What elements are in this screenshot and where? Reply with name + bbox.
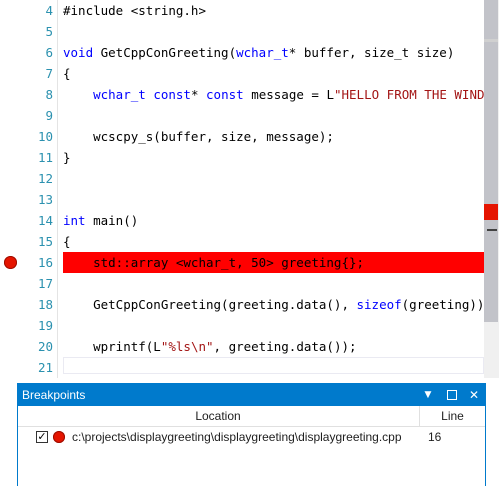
line-number: 19 (37, 318, 53, 333)
breakpoints-titlebar[interactable]: Breakpoints ▼ ✕ (18, 384, 485, 406)
code-text[interactable]: int main() (63, 210, 138, 231)
line-number: 13 (37, 192, 53, 207)
line-number: 5 (45, 24, 53, 39)
line-number: 11 (37, 150, 53, 165)
code-line[interactable]: 7{ (0, 63, 484, 84)
code-token: std::array <wchar_t, 50> greeting{}; (63, 255, 365, 270)
code-line[interactable]: 20 wprintf(L"%ls\n", greeting.data()); (0, 336, 484, 357)
column-header-line[interactable]: Line (420, 406, 485, 426)
code-token: (greeting)); (401, 297, 492, 312)
maximize-icon[interactable] (442, 384, 462, 406)
code-line[interactable]: 19 (0, 315, 484, 336)
code-text[interactable]: std::array <wchar_t, 50> greeting{}; (63, 252, 364, 273)
code-text[interactable]: wcscpy_s(buffer, size, message); (63, 126, 334, 147)
scrollbar-caret-marker (487, 229, 497, 231)
line-number: 16 (37, 255, 53, 270)
code-line[interactable]: 18 GetCppConGreeting(greeting.data(), si… (0, 294, 492, 315)
code-token: * (190, 87, 207, 102)
breakpoints-column-header: Location Line (18, 406, 485, 427)
code-line[interactable]: 15 { (0, 231, 484, 252)
maximize-box-shape (447, 390, 457, 400)
code-keyword: sizeof (356, 297, 402, 312)
code-line[interactable]: 16 std::array <wchar_t, 50> greeting{}; (0, 252, 484, 273)
code-line[interactable]: 13 (0, 189, 484, 210)
code-token: main() (85, 213, 139, 228)
code-token: GetCppConGreeting( (93, 45, 237, 60)
line-number: 9 (45, 108, 53, 123)
line-number: 15 (37, 234, 53, 249)
code-line[interactable]: 11} (0, 147, 484, 168)
code-line[interactable]: 6 void GetCppConGreeting(wchar_t* buffer,… (0, 42, 484, 63)
breakpoints-title: Breakpoints (22, 388, 86, 402)
scrollbar-change-marker (484, 39, 498, 42)
code-token: GetCppConGreeting(greeting.data(), (63, 297, 357, 312)
code-text[interactable]: GetCppConGreeting(greeting.data(), sizeo… (63, 294, 492, 315)
code-token: * buffer, size_t size) (288, 45, 455, 60)
scrollbar-thumb[interactable] (484, 0, 498, 322)
code-line[interactable]: 4 #include <string.h> (0, 0, 484, 21)
code-token: message = L (243, 87, 334, 102)
code-editor[interactable]: 4 #include <string.h> 5 6 void GetCppConGree… (0, 0, 499, 378)
scrollbar-breakpoint-marker (484, 204, 498, 220)
breakpoint-row[interactable]: ✓ c:\projects\displaygreeting\displaygre… (18, 428, 485, 448)
line-number: 12 (37, 171, 53, 186)
code-line[interactable]: 10 wcscpy_s(buffer, size, message); (0, 126, 484, 147)
line-number: 8 (45, 87, 53, 102)
code-keyword: int (63, 213, 86, 228)
code-text[interactable]: { (63, 63, 71, 84)
code-line[interactable]: 8 wchar_t const* const message = L"HELLO… (0, 84, 499, 105)
breakpoint-icon[interactable] (4, 256, 17, 269)
line-number: 20 (37, 339, 53, 354)
code-line[interactable]: 12 (0, 168, 484, 189)
line-number: 6 (45, 45, 53, 60)
code-line[interactable]: 17 (0, 273, 484, 294)
breakpoint-line-number: 16 (428, 430, 442, 444)
column-header-location[interactable]: Location (18, 406, 418, 426)
code-text[interactable]: void GetCppConGreeting(wchar_t* buffer, … (63, 42, 454, 63)
code-line[interactable]: 14 int main() (0, 210, 484, 231)
code-text[interactable]: } (63, 147, 71, 168)
current-line-indicator (63, 357, 484, 374)
code-token: { (63, 234, 71, 249)
code-line[interactable]: 5 (0, 21, 484, 42)
code-token: wprintf(L (63, 339, 161, 354)
code-token: #include <string.h> (63, 3, 206, 18)
line-number: 4 (45, 3, 53, 18)
close-icon[interactable]: ✕ (464, 384, 484, 406)
code-line[interactable]: 9 (0, 105, 484, 126)
code-string: "%ls\n" (160, 339, 214, 354)
code-keyword: void (63, 45, 94, 60)
code-token: , greeting.data()); (213, 339, 357, 354)
code-text[interactable]: wchar_t const* const message = L"HELLO F… (63, 84, 499, 105)
code-text[interactable]: wprintf(L"%ls\n", greeting.data()); (63, 336, 357, 357)
line-number: 21 (37, 360, 53, 375)
line-number: 14 (37, 213, 53, 228)
line-number: 7 (45, 66, 53, 81)
code-token: wcscpy_s(buffer, size, message); (63, 129, 334, 144)
line-number: 10 (37, 129, 53, 144)
line-number: 17 (37, 276, 53, 291)
window-position-dropdown-icon[interactable]: ▼ (418, 384, 438, 406)
code-keyword: const (153, 87, 191, 102)
breakpoints-window: Breakpoints ▼ ✕ Location Line ✓ c:\proje… (17, 383, 486, 486)
breakpoint-enabled-checkbox[interactable]: ✓ (36, 431, 48, 443)
code-text[interactable]: { (63, 231, 71, 252)
breakpoint-icon (53, 431, 65, 443)
code-keyword: wchar_t (236, 45, 289, 60)
code-token: { (63, 66, 71, 81)
code-keyword: const (206, 87, 244, 102)
line-number: 18 (37, 297, 53, 312)
code-token: } (63, 150, 71, 165)
code-text[interactable]: #include <string.h> (63, 0, 206, 21)
code-string: "HELLO FROM THE WINDBG TEA (333, 87, 499, 102)
breakpoint-location: c:\projects\displaygreeting\displaygreet… (72, 430, 402, 444)
code-keyword: wchar_t (93, 87, 146, 102)
